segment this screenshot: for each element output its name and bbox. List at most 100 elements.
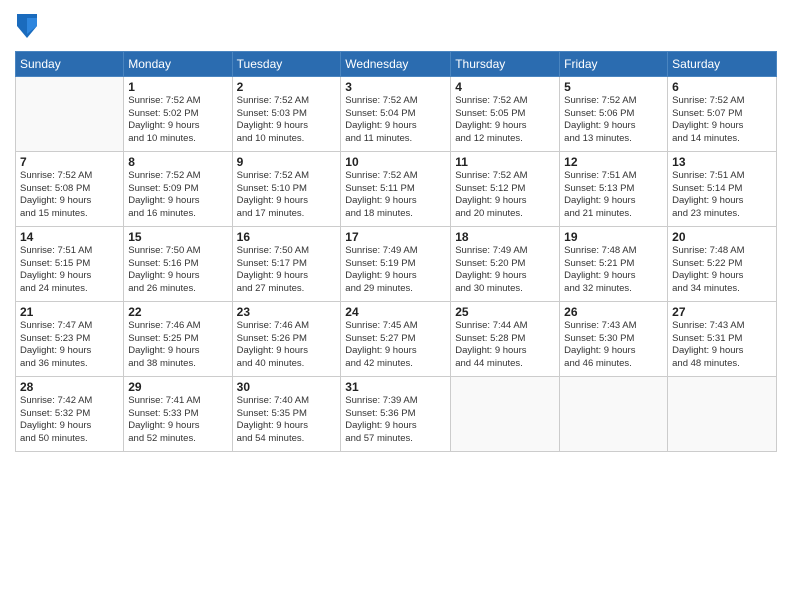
day-info: Sunrise: 7:52 AMSunset: 5:10 PMDaylight:…	[237, 170, 337, 221]
day-cell	[560, 376, 668, 451]
day-number: 4	[455, 80, 555, 94]
day-info: Sunrise: 7:52 AMSunset: 5:04 PMDaylight:…	[345, 95, 446, 146]
day-number: 21	[20, 305, 119, 319]
day-cell: 3Sunrise: 7:52 AMSunset: 5:04 PMDaylight…	[341, 76, 451, 151]
day-number: 3	[345, 80, 446, 94]
day-cell: 10Sunrise: 7:52 AMSunset: 5:11 PMDayligh…	[341, 151, 451, 226]
day-info: Sunrise: 7:41 AMSunset: 5:33 PMDaylight:…	[128, 395, 227, 446]
day-number: 30	[237, 380, 337, 394]
day-number: 15	[128, 230, 227, 244]
day-info: Sunrise: 7:50 AMSunset: 5:16 PMDaylight:…	[128, 245, 227, 296]
day-number: 24	[345, 305, 446, 319]
day-info: Sunrise: 7:44 AMSunset: 5:28 PMDaylight:…	[455, 320, 555, 371]
day-info: Sunrise: 7:52 AMSunset: 5:06 PMDaylight:…	[564, 95, 663, 146]
day-cell: 15Sunrise: 7:50 AMSunset: 5:16 PMDayligh…	[124, 226, 232, 301]
day-cell: 13Sunrise: 7:51 AMSunset: 5:14 PMDayligh…	[668, 151, 777, 226]
day-info: Sunrise: 7:43 AMSunset: 5:30 PMDaylight:…	[564, 320, 663, 371]
day-cell: 28Sunrise: 7:42 AMSunset: 5:32 PMDayligh…	[16, 376, 124, 451]
day-cell: 7Sunrise: 7:52 AMSunset: 5:08 PMDaylight…	[16, 151, 124, 226]
day-info: Sunrise: 7:48 AMSunset: 5:22 PMDaylight:…	[672, 245, 772, 296]
day-cell: 4Sunrise: 7:52 AMSunset: 5:05 PMDaylight…	[451, 76, 560, 151]
day-number: 13	[672, 155, 772, 169]
day-number: 19	[564, 230, 663, 244]
day-number: 10	[345, 155, 446, 169]
header	[15, 10, 777, 43]
day-number: 8	[128, 155, 227, 169]
day-cell: 2Sunrise: 7:52 AMSunset: 5:03 PMDaylight…	[232, 76, 341, 151]
logo	[15, 14, 37, 43]
day-cell: 29Sunrise: 7:41 AMSunset: 5:33 PMDayligh…	[124, 376, 232, 451]
day-info: Sunrise: 7:52 AMSunset: 5:05 PMDaylight:…	[455, 95, 555, 146]
day-cell: 19Sunrise: 7:48 AMSunset: 5:21 PMDayligh…	[560, 226, 668, 301]
day-number: 22	[128, 305, 227, 319]
day-cell: 11Sunrise: 7:52 AMSunset: 5:12 PMDayligh…	[451, 151, 560, 226]
day-number: 14	[20, 230, 119, 244]
day-number: 2	[237, 80, 337, 94]
day-number: 5	[564, 80, 663, 94]
day-cell: 12Sunrise: 7:51 AMSunset: 5:13 PMDayligh…	[560, 151, 668, 226]
day-number: 17	[345, 230, 446, 244]
day-number: 27	[672, 305, 772, 319]
day-number: 18	[455, 230, 555, 244]
day-number: 16	[237, 230, 337, 244]
day-number: 20	[672, 230, 772, 244]
day-info: Sunrise: 7:52 AMSunset: 5:02 PMDaylight:…	[128, 95, 227, 146]
day-cell: 31Sunrise: 7:39 AMSunset: 5:36 PMDayligh…	[341, 376, 451, 451]
day-cell	[451, 376, 560, 451]
day-number: 26	[564, 305, 663, 319]
day-info: Sunrise: 7:51 AMSunset: 5:14 PMDaylight:…	[672, 170, 772, 221]
week-row-3: 14Sunrise: 7:51 AMSunset: 5:15 PMDayligh…	[16, 226, 777, 301]
weekday-header-wednesday: Wednesday	[341, 51, 451, 76]
day-cell	[668, 376, 777, 451]
day-number: 28	[20, 380, 119, 394]
weekday-header-saturday: Saturday	[668, 51, 777, 76]
day-info: Sunrise: 7:52 AMSunset: 5:03 PMDaylight:…	[237, 95, 337, 146]
day-cell: 22Sunrise: 7:46 AMSunset: 5:25 PMDayligh…	[124, 301, 232, 376]
day-info: Sunrise: 7:40 AMSunset: 5:35 PMDaylight:…	[237, 395, 337, 446]
day-info: Sunrise: 7:51 AMSunset: 5:13 PMDaylight:…	[564, 170, 663, 221]
day-cell: 27Sunrise: 7:43 AMSunset: 5:31 PMDayligh…	[668, 301, 777, 376]
day-number: 23	[237, 305, 337, 319]
day-number: 9	[237, 155, 337, 169]
day-info: Sunrise: 7:39 AMSunset: 5:36 PMDaylight:…	[345, 395, 446, 446]
weekday-header-monday: Monday	[124, 51, 232, 76]
day-number: 1	[128, 80, 227, 94]
day-info: Sunrise: 7:51 AMSunset: 5:15 PMDaylight:…	[20, 245, 119, 296]
day-cell: 25Sunrise: 7:44 AMSunset: 5:28 PMDayligh…	[451, 301, 560, 376]
day-cell: 20Sunrise: 7:48 AMSunset: 5:22 PMDayligh…	[668, 226, 777, 301]
week-row-5: 28Sunrise: 7:42 AMSunset: 5:32 PMDayligh…	[16, 376, 777, 451]
day-number: 31	[345, 380, 446, 394]
weekday-header-sunday: Sunday	[16, 51, 124, 76]
day-info: Sunrise: 7:52 AMSunset: 5:09 PMDaylight:…	[128, 170, 227, 221]
day-cell: 6Sunrise: 7:52 AMSunset: 5:07 PMDaylight…	[668, 76, 777, 151]
day-info: Sunrise: 7:50 AMSunset: 5:17 PMDaylight:…	[237, 245, 337, 296]
day-cell: 17Sunrise: 7:49 AMSunset: 5:19 PMDayligh…	[341, 226, 451, 301]
day-number: 25	[455, 305, 555, 319]
day-cell: 16Sunrise: 7:50 AMSunset: 5:17 PMDayligh…	[232, 226, 341, 301]
weekday-header-thursday: Thursday	[451, 51, 560, 76]
weekday-header-tuesday: Tuesday	[232, 51, 341, 76]
day-cell: 9Sunrise: 7:52 AMSunset: 5:10 PMDaylight…	[232, 151, 341, 226]
calendar-table: SundayMondayTuesdayWednesdayThursdayFrid…	[15, 51, 777, 452]
day-info: Sunrise: 7:43 AMSunset: 5:31 PMDaylight:…	[672, 320, 772, 371]
day-cell: 24Sunrise: 7:45 AMSunset: 5:27 PMDayligh…	[341, 301, 451, 376]
day-cell: 1Sunrise: 7:52 AMSunset: 5:02 PMDaylight…	[124, 76, 232, 151]
day-info: Sunrise: 7:52 AMSunset: 5:12 PMDaylight:…	[455, 170, 555, 221]
day-number: 7	[20, 155, 119, 169]
day-info: Sunrise: 7:47 AMSunset: 5:23 PMDaylight:…	[20, 320, 119, 371]
day-number: 29	[128, 380, 227, 394]
weekday-header-row: SundayMondayTuesdayWednesdayThursdayFrid…	[16, 51, 777, 76]
weekday-header-friday: Friday	[560, 51, 668, 76]
week-row-2: 7Sunrise: 7:52 AMSunset: 5:08 PMDaylight…	[16, 151, 777, 226]
day-cell: 23Sunrise: 7:46 AMSunset: 5:26 PMDayligh…	[232, 301, 341, 376]
day-info: Sunrise: 7:42 AMSunset: 5:32 PMDaylight:…	[20, 395, 119, 446]
week-row-4: 21Sunrise: 7:47 AMSunset: 5:23 PMDayligh…	[16, 301, 777, 376]
day-cell: 8Sunrise: 7:52 AMSunset: 5:09 PMDaylight…	[124, 151, 232, 226]
day-info: Sunrise: 7:48 AMSunset: 5:21 PMDaylight:…	[564, 245, 663, 296]
day-info: Sunrise: 7:49 AMSunset: 5:20 PMDaylight:…	[455, 245, 555, 296]
day-cell: 18Sunrise: 7:49 AMSunset: 5:20 PMDayligh…	[451, 226, 560, 301]
day-info: Sunrise: 7:49 AMSunset: 5:19 PMDaylight:…	[345, 245, 446, 296]
day-cell: 5Sunrise: 7:52 AMSunset: 5:06 PMDaylight…	[560, 76, 668, 151]
day-info: Sunrise: 7:46 AMSunset: 5:26 PMDaylight:…	[237, 320, 337, 371]
day-info: Sunrise: 7:46 AMSunset: 5:25 PMDaylight:…	[128, 320, 227, 371]
